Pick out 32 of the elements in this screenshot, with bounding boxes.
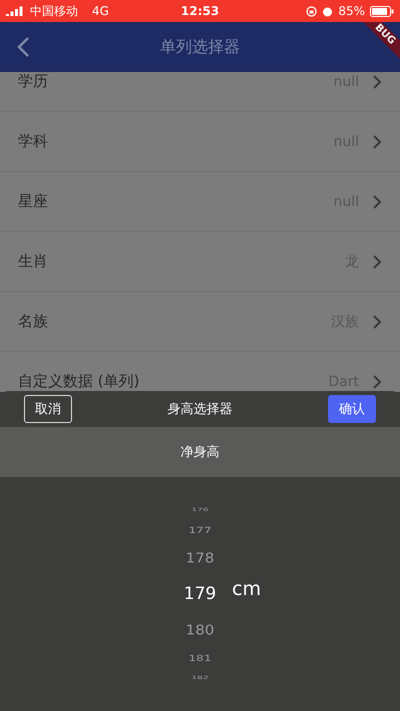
picker-subtitle: 净身高 — [0, 427, 400, 477]
alarm-icon — [322, 6, 334, 16]
picker-option[interactable]: 181 — [188, 649, 212, 666]
picker-option[interactable]: 177 — [188, 521, 212, 538]
row-label: 名族 — [18, 312, 48, 331]
picker-option[interactable]: 178 — [186, 543, 214, 572]
row-label: 星座 — [18, 192, 48, 211]
chevron-icon — [373, 314, 382, 328]
row-label: 学历 — [18, 72, 48, 91]
picker-option[interactable]: 179 — [184, 574, 216, 614]
chevron-icon — [373, 374, 382, 388]
battery-icon — [370, 6, 394, 16]
unit-label: cm — [232, 578, 261, 600]
lock-rotation-icon — [306, 6, 318, 16]
chevron-icon — [373, 74, 382, 88]
cancel-button[interactable]: 取消 — [24, 395, 72, 423]
clock: 12:53 — [180, 4, 220, 18]
row-label: 自定义数据 (单列) — [18, 372, 140, 391]
confirm-button[interactable]: 确认 — [328, 395, 376, 423]
row-label: 学科 — [18, 132, 48, 151]
picker-title: 身高选择器 — [168, 401, 232, 418]
picker-option[interactable]: 180 — [186, 615, 214, 644]
page-title: 单列选择器 — [159, 36, 241, 58]
carrier-name: 中国移动 — [30, 2, 78, 20]
battery-percent: 85% — [338, 4, 365, 18]
network-type: 4G — [92, 4, 109, 18]
chevron-icon — [373, 134, 382, 148]
row-label: 生肖 — [18, 252, 48, 271]
chevron-icon — [373, 254, 382, 268]
signal-icon — [6, 6, 24, 16]
back-icon[interactable] — [16, 36, 30, 58]
chevron-icon — [373, 194, 382, 208]
